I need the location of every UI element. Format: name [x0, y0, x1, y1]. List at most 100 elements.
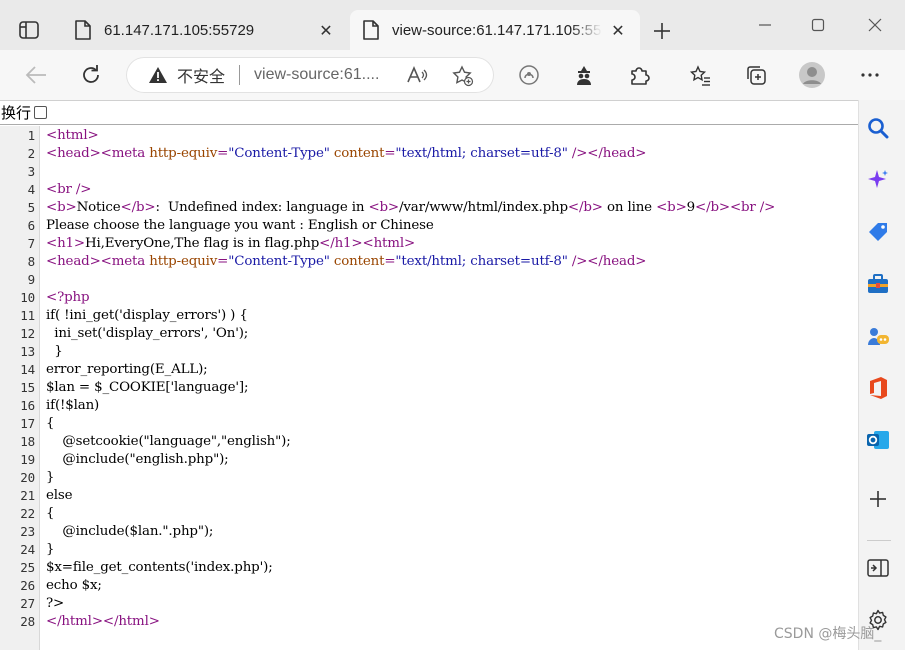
sidebar-add-button[interactable]: [862, 483, 894, 515]
html-tag-token: =: [217, 254, 229, 269]
source-line: 25 $x=file_get_contents('index.php');: [0, 559, 858, 577]
source-line: 5 <b>Notice</b>: Undefined index: languag…: [0, 199, 858, 217]
line-number: 4: [27, 182, 36, 197]
sidebar-tools-button[interactable]: [862, 268, 894, 300]
divider: [239, 65, 241, 85]
line-code: echo $x;: [46, 577, 102, 595]
sidebar-outlook-button[interactable]: [862, 424, 894, 456]
close-icon[interactable]: ✕: [316, 20, 336, 40]
sidebar-games-button[interactable]: [862, 320, 894, 352]
search-icon: [868, 118, 889, 139]
line-number: 22: [20, 506, 35, 521]
heartbeat-icon: [519, 65, 539, 85]
add-favorite-icon[interactable]: [452, 65, 474, 87]
back-button[interactable]: [20, 59, 52, 91]
extensions-button[interactable]: [623, 59, 655, 91]
profile-button[interactable]: [796, 59, 828, 91]
line-wrap-toggle-row: 换行: [0, 101, 858, 125]
source-line: 13 }: [0, 343, 858, 361]
line-code: }: [46, 469, 55, 487]
line-number: 26: [20, 578, 35, 593]
plain-text-token: }: [46, 470, 55, 485]
new-tab-button[interactable]: [648, 17, 676, 45]
sidebar-copilot-button[interactable]: [862, 164, 894, 196]
tab-active[interactable]: view-source:61.147.171.105:55729 ✕: [350, 10, 640, 50]
html-tag-token: </html></html>: [46, 614, 160, 629]
html-tag-token: <b>: [46, 200, 77, 215]
line-wrap-checkbox[interactable]: [34, 106, 48, 119]
line-code: $x=file_get_contents('index.php');: [46, 559, 273, 577]
source-line: 19 @include("english.php");: [0, 451, 858, 469]
line-number: 16: [20, 398, 35, 413]
line-number: 25: [20, 560, 35, 575]
line-code: $lan = $_COOKIE['language'];: [46, 379, 248, 397]
line-number: 11: [20, 308, 35, 323]
page-content: 换行 1 <html> 2 <head><meta http-equiv="Conte…: [0, 100, 858, 650]
line-code: ?>: [46, 595, 64, 613]
source-line: 2 <head><meta http-equiv="Content-Type" c…: [0, 145, 858, 163]
source-line: 11 if( !ini_get('display_errors') ) {: [0, 307, 858, 325]
warning-icon[interactable]: [148, 65, 168, 85]
html-value-token: "Content-Type": [228, 254, 330, 269]
vpn-button[interactable]: [568, 59, 600, 91]
line-code: <head><meta http-equiv="Content-Type" co…: [46, 253, 646, 271]
close-icon[interactable]: ✕: [608, 20, 628, 40]
plain-text-token: ini_set('display_errors', 'On');: [46, 326, 249, 341]
sidebar-search-button[interactable]: [862, 112, 894, 144]
outlook-icon: [867, 431, 889, 449]
maximize-button[interactable]: [803, 12, 833, 38]
more-dots-icon: [861, 73, 879, 77]
plain-text-token: }: [46, 542, 55, 557]
html-value-token: "Content-Type": [228, 146, 330, 161]
refresh-button[interactable]: [75, 59, 107, 91]
add-icon: [870, 491, 886, 507]
html-tag-token: <html>: [46, 128, 99, 143]
source-line: 23 @include($lan.".php");: [0, 523, 858, 541]
split-screen-icon: [867, 559, 889, 577]
source-line: 18 @setcookie("language","english");: [0, 433, 858, 451]
sidebar-split-screen-button[interactable]: [862, 552, 894, 584]
favorites-button[interactable]: [684, 59, 716, 91]
tab-actions-icon[interactable]: [14, 15, 44, 45]
minimize-button[interactable]: [750, 12, 780, 38]
line-code: <?php: [46, 289, 90, 307]
line-code: @setcookie("language","english");: [46, 433, 290, 451]
plain-text-token: on line: [602, 200, 657, 215]
line-code: if( !ini_get('display_errors') ) {: [46, 307, 248, 325]
line-number: 24: [20, 542, 35, 557]
line-number: 20: [20, 470, 35, 485]
collections-icon: [747, 66, 766, 85]
plain-text-token: @include("english.php");: [46, 452, 229, 467]
line-number: 10: [20, 290, 35, 305]
html-tag-token: <head><meta: [46, 146, 150, 161]
read-aloud-icon[interactable]: [406, 65, 428, 85]
security-status[interactable]: 不安全: [177, 63, 225, 87]
more-menu-button[interactable]: [854, 59, 886, 91]
line-number: 12: [20, 326, 35, 341]
line-number: 28: [20, 614, 35, 629]
plain-text-token: echo $x;: [46, 578, 102, 593]
browser-essentials-button[interactable]: [513, 59, 545, 91]
html-tag-token: <head><meta: [46, 254, 150, 269]
sidebar-shopping-button[interactable]: [862, 216, 894, 248]
html-tag-token: </b>: [120, 200, 156, 215]
url-text[interactable]: view-source:61....: [254, 66, 388, 84]
games-icon: [868, 328, 889, 345]
html-tag-token: /></head>: [567, 146, 647, 161]
address-bar[interactable]: 不安全 view-source:61....: [126, 57, 494, 93]
tools-icon: [868, 274, 888, 293]
source-line: 1 <html>: [0, 127, 858, 145]
html-attribute-token: http-equiv: [149, 146, 218, 161]
tab-title: 61.147.171.105:55729: [104, 21, 255, 39]
collections-button[interactable]: [740, 59, 772, 91]
sidebar-office-button[interactable]: [862, 372, 894, 404]
line-code: {: [46, 505, 55, 523]
close-window-button[interactable]: [860, 12, 890, 38]
html-attribute-token: http-equiv: [149, 254, 218, 269]
tab-inactive[interactable]: 61.147.171.105:55729 ✕: [62, 10, 348, 50]
incognito-icon: [577, 66, 591, 85]
shopping-tag-icon: [869, 223, 887, 241]
html-tag-token: <br />: [46, 182, 92, 197]
line-number: 1: [27, 128, 36, 143]
line-code: ini_set('display_errors', 'On');: [46, 325, 248, 343]
